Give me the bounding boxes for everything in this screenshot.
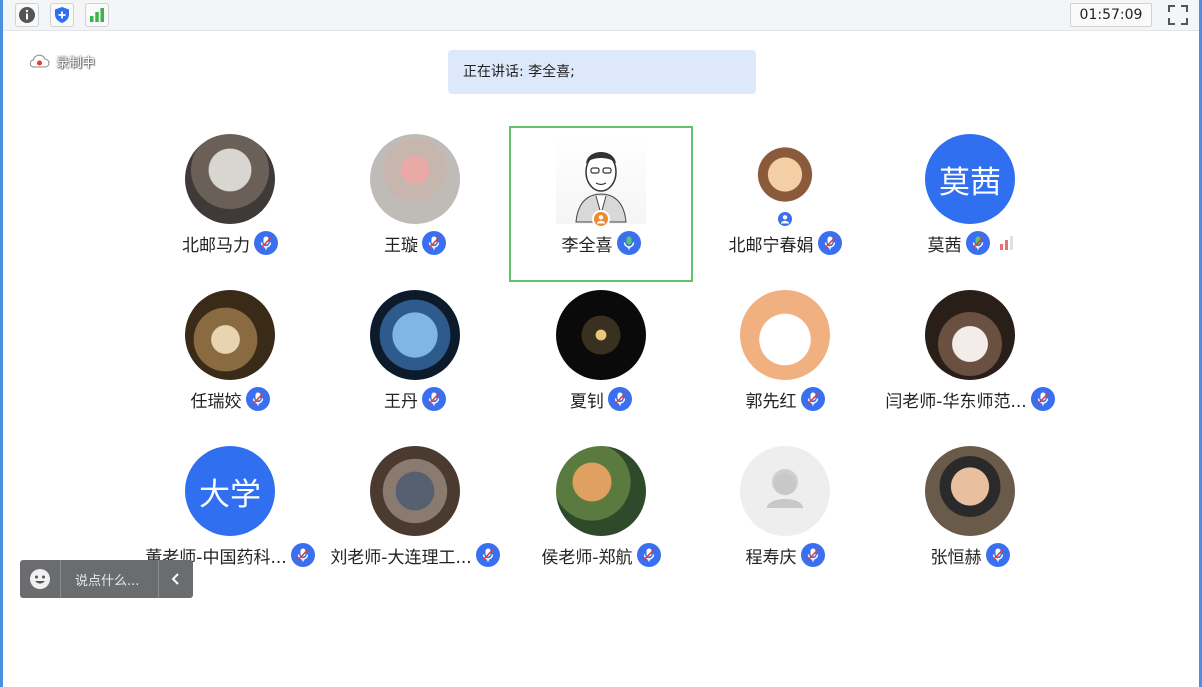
top-toolbar: 01:57:09 <box>3 0 1199 31</box>
chat-bar: 说点什么... <box>20 560 193 598</box>
participant-name-row: 刘老师-大连理工... <box>323 542 507 568</box>
info-icon[interactable] <box>15 3 39 27</box>
participant-name: 任瑞姣 <box>190 391 242 412</box>
avatar <box>370 134 460 224</box>
participant-name-row: 北邮宁春娟 <box>693 230 877 256</box>
participant-name: 莫茜 <box>927 235 962 256</box>
participant-name-row: 程寿庆 <box>693 542 877 568</box>
participant-name: 王丹 <box>384 391 418 412</box>
participant-name-row: 王璇 <box>323 230 507 256</box>
audio-level-icon <box>999 236 1013 250</box>
recording-label: 录制中 <box>56 55 96 71</box>
avatar <box>556 446 646 536</box>
participant-name: 闫老师-华东师范... <box>885 391 1027 412</box>
participant-name-row: 张恒赫 <box>878 542 1062 568</box>
participant-name: 李全喜 <box>561 235 613 256</box>
avatar <box>925 446 1015 536</box>
avatar <box>740 290 830 380</box>
participant-name-row: 郭先红 <box>693 386 877 412</box>
avatar <box>370 290 460 380</box>
participant-tile[interactable]: 王璇 <box>323 126 507 282</box>
avatar <box>556 290 646 380</box>
participant-tile[interactable]: 刘老师-大连理工... <box>323 438 507 594</box>
participant-name: 郭先红 <box>745 391 797 412</box>
avatar <box>925 290 1015 380</box>
microphone-muted-icon[interactable] <box>636 543 661 567</box>
microphone-muted-icon[interactable] <box>800 387 825 411</box>
microphone-muted-icon[interactable] <box>608 387 632 411</box>
microphone-icon[interactable] <box>965 231 990 255</box>
avatar: 莫茜 <box>925 134 1015 224</box>
participant-name-row: 夏钊 <box>509 386 693 412</box>
host-badge-icon <box>592 210 610 228</box>
participant-tile[interactable]: 北邮马力 <box>138 126 322 282</box>
microphone-muted-icon[interactable] <box>290 543 315 567</box>
meeting-timer: 01:57:09 <box>1070 3 1152 27</box>
speaking-banner: 正在讲话: 李全喜; <box>448 50 756 94</box>
participant-tile[interactable]: 李全喜 <box>509 126 693 282</box>
participant-name-row: 闫老师-华东师范... <box>878 386 1062 412</box>
participant-tile[interactable]: 张恒赫 <box>878 438 1062 594</box>
participant-name: 张恒赫 <box>930 547 982 568</box>
microphone-muted-icon[interactable] <box>254 231 278 255</box>
microphone-icon[interactable] <box>616 231 641 255</box>
avatar <box>370 446 460 536</box>
avatar <box>740 446 830 536</box>
participant-name-row: 李全喜 <box>511 230 691 256</box>
participant-tile[interactable]: 侯老师-郑航 <box>509 438 693 594</box>
window-frame-left <box>0 0 3 687</box>
participant-name: 程寿庆 <box>745 547 797 568</box>
participant-name: 北邮宁春娟 <box>728 235 814 256</box>
avatar <box>185 134 275 224</box>
microphone-muted-icon[interactable] <box>800 543 825 567</box>
microphone-muted-icon[interactable] <box>422 231 446 255</box>
chevron-left-icon[interactable] <box>158 560 193 598</box>
emoji-icon[interactable] <box>20 560 61 598</box>
participant-name: 王璇 <box>384 235 418 256</box>
participant-name: 侯老师-郑航 <box>541 547 633 568</box>
avatar-text: 莫茜 <box>925 134 1015 224</box>
avatar-text: 大学 <box>185 446 275 536</box>
cloud-record-icon <box>29 54 50 68</box>
signal-icon[interactable] <box>85 3 109 27</box>
recording-indicator: 录制中 <box>28 52 96 71</box>
participant-tile[interactable]: 莫茜 莫茜 <box>878 126 1062 282</box>
avatar: 大学 <box>185 446 275 536</box>
participant-name-row: 任瑞姣 <box>138 386 322 412</box>
microphone-muted-icon[interactable] <box>817 231 842 255</box>
participant-name-row: 王丹 <box>323 386 507 412</box>
participant-tile[interactable]: 闫老师-华东师范... <box>878 282 1062 438</box>
participant-tile[interactable]: 程寿庆 <box>693 438 877 594</box>
chat-input[interactable]: 说点什么... <box>61 570 158 589</box>
participant-name-row: 北邮马力 <box>138 230 322 256</box>
participant-name-row: 莫茜 <box>878 230 1062 256</box>
participant-tile[interactable]: 郭先红 <box>693 282 877 438</box>
participant-tile[interactable]: 北邮宁春娟 <box>693 126 877 282</box>
microphone-muted-icon[interactable] <box>245 387 270 411</box>
microphone-muted-icon[interactable] <box>422 387 446 411</box>
participant-name: 夏钊 <box>570 391 604 412</box>
microphone-muted-icon[interactable] <box>1030 387 1055 411</box>
participant-tile[interactable]: 任瑞姣 <box>138 282 322 438</box>
shield-icon[interactable] <box>50 3 74 27</box>
microphone-muted-icon[interactable] <box>985 543 1010 567</box>
microphone-muted-icon[interactable] <box>475 543 500 567</box>
participant-name-row: 侯老师-郑航 <box>509 542 693 568</box>
participant-name: 刘老师-大连理工... <box>330 547 472 568</box>
avatar <box>185 290 275 380</box>
fullscreen-icon[interactable] <box>1166 3 1190 27</box>
participant-name: 北邮马力 <box>182 235 250 256</box>
cohost-badge-icon <box>776 210 794 228</box>
participant-tile[interactable]: 夏钊 <box>509 282 693 438</box>
participant-tile[interactable]: 王丹 <box>323 282 507 438</box>
